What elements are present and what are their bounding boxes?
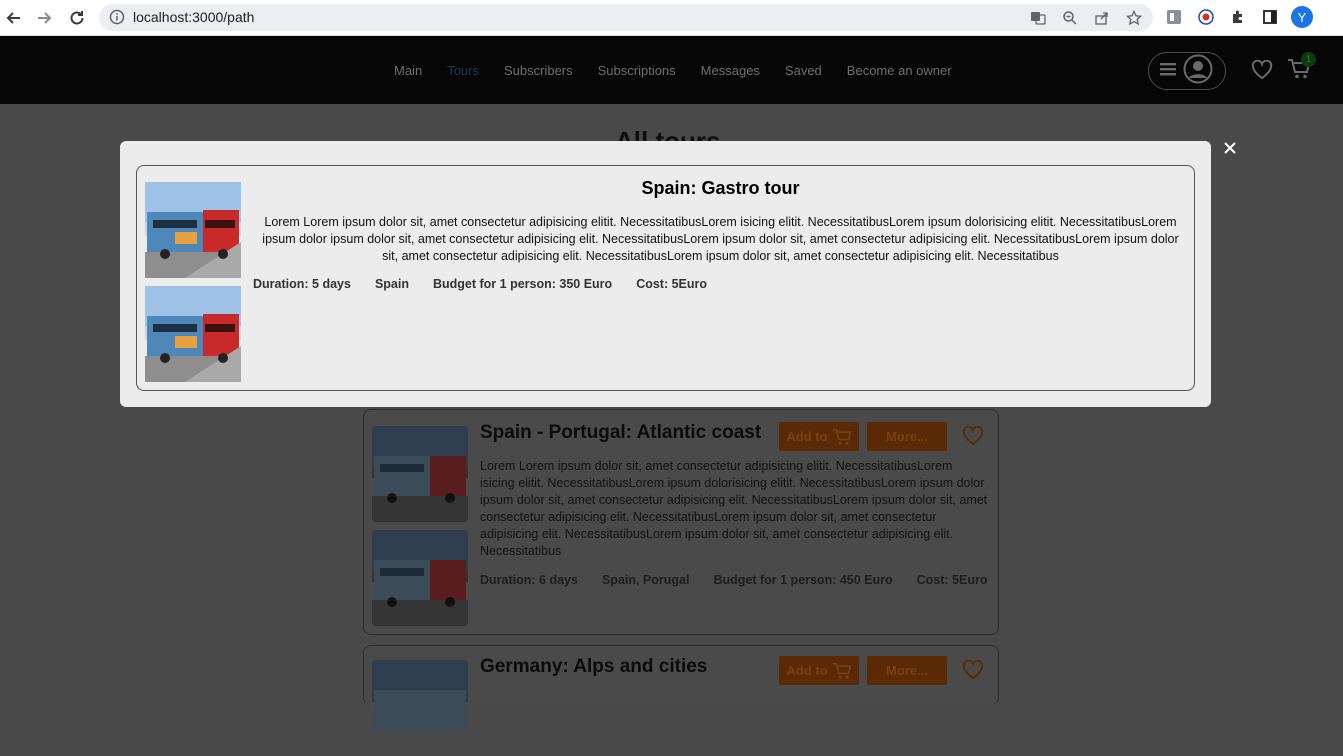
nav-tours[interactable]: Tours bbox=[447, 63, 479, 78]
cart-count-badge: 1 bbox=[1301, 52, 1316, 67]
extensions-puzzle-icon[interactable] bbox=[1227, 6, 1249, 28]
nav-become-owner[interactable]: Become an owner bbox=[847, 63, 952, 78]
extension-circle-icon[interactable] bbox=[1195, 6, 1217, 28]
extension-grey-icon[interactable] bbox=[1163, 6, 1185, 28]
forward-arrow-icon[interactable] bbox=[32, 6, 56, 30]
cart-icon bbox=[832, 428, 851, 445]
back-arrow-icon[interactable] bbox=[2, 6, 26, 30]
modal-country: Spain bbox=[374, 277, 409, 291]
nav-subscribers[interactable]: Subscribers bbox=[504, 63, 573, 78]
modal-title: Spain: Gastro tour bbox=[641, 178, 800, 198]
add-to-cart-button[interactable]: Add to bbox=[779, 656, 859, 685]
tour-image bbox=[372, 530, 468, 626]
favorite-heart-icon[interactable] bbox=[962, 659, 984, 685]
cart-icon bbox=[832, 662, 851, 679]
modal-tour-image bbox=[145, 286, 241, 382]
modal-tour-card: Spain: Gastro tour Lorem Lorem ipsum dol… bbox=[136, 165, 1195, 391]
modal-meta: Duration: 5 days Spain Budget for 1 pers… bbox=[253, 277, 707, 291]
more-button[interactable]: More... bbox=[867, 656, 947, 685]
browser-toolbar: localhost:3000/path Y bbox=[0, 0, 1343, 36]
nav-main[interactable]: Main bbox=[394, 63, 422, 78]
hamburger-icon bbox=[1159, 61, 1177, 82]
close-icon[interactable] bbox=[1222, 140, 1238, 156]
tour-image bbox=[372, 426, 468, 522]
tour-budget: Budget for 1 person: 450 Euro bbox=[713, 573, 893, 587]
user-avatar-icon bbox=[1183, 54, 1213, 89]
tour-title[interactable]: Spain - Portugal: Atlantic coast bbox=[480, 422, 761, 444]
main-navigation: Main Tours Subscribers Subscriptions Mes… bbox=[394, 63, 952, 78]
tour-image bbox=[372, 660, 468, 756]
tour-detail-modal: Spain: Gastro tour Lorem Lorem ipsum dol… bbox=[120, 141, 1211, 407]
user-menu-button[interactable] bbox=[1148, 52, 1226, 90]
add-to-cart-button[interactable]: Add to bbox=[779, 422, 859, 451]
side-panel-icon[interactable] bbox=[1259, 6, 1281, 28]
tour-card: Germany: Alps and cities Add to More... bbox=[363, 645, 999, 730]
address-bar[interactable]: localhost:3000/path bbox=[99, 4, 1153, 31]
modal-duration: Duration: 5 days bbox=[253, 277, 351, 291]
more-button[interactable]: More... bbox=[867, 422, 947, 451]
bookmark-star-icon[interactable] bbox=[1123, 8, 1145, 28]
reload-icon[interactable] bbox=[65, 6, 89, 30]
nav-saved[interactable]: Saved bbox=[785, 63, 822, 78]
tour-duration: Duration: 6 days bbox=[480, 573, 578, 587]
zoom-icon[interactable] bbox=[1059, 8, 1081, 28]
modal-cost: Cost: 5Euro bbox=[636, 277, 708, 291]
tour-meta: Duration: 6 days Spain, Porugal Budget f… bbox=[480, 573, 988, 587]
modal-budget: Budget for 1 person: 350 Euro bbox=[432, 277, 613, 291]
tour-card: Spain - Portugal: Atlantic coast Add to … bbox=[363, 409, 999, 635]
translate-icon[interactable] bbox=[1027, 8, 1049, 28]
add-to-cart-label: Add to bbox=[786, 429, 828, 444]
modal-description: Lorem Lorem ipsum dolor sit, amet consec… bbox=[262, 215, 1179, 263]
tour-description: Lorem Lorem ipsum dolor sit, amet consec… bbox=[480, 459, 988, 558]
add-to-cart-label: Add to bbox=[786, 663, 828, 678]
favorites-heart-icon[interactable] bbox=[1251, 59, 1273, 85]
tour-country: Spain, Porugal bbox=[601, 573, 690, 587]
favorite-heart-icon[interactable] bbox=[962, 425, 984, 451]
tour-title[interactable]: Germany: Alps and cities bbox=[480, 656, 707, 678]
site-header: Main Tours Subscribers Subscriptions Mes… bbox=[0, 36, 1343, 104]
profile-avatar[interactable]: Y bbox=[1291, 6, 1313, 28]
nav-subscriptions[interactable]: Subscriptions bbox=[598, 63, 676, 78]
site-info-icon[interactable] bbox=[109, 9, 125, 30]
tour-cost: Cost: 5Euro bbox=[916, 573, 988, 587]
nav-messages[interactable]: Messages bbox=[701, 63, 760, 78]
share-icon[interactable] bbox=[1091, 8, 1113, 28]
modal-tour-image bbox=[145, 182, 241, 278]
url-text: localhost:3000/path bbox=[133, 9, 255, 25]
